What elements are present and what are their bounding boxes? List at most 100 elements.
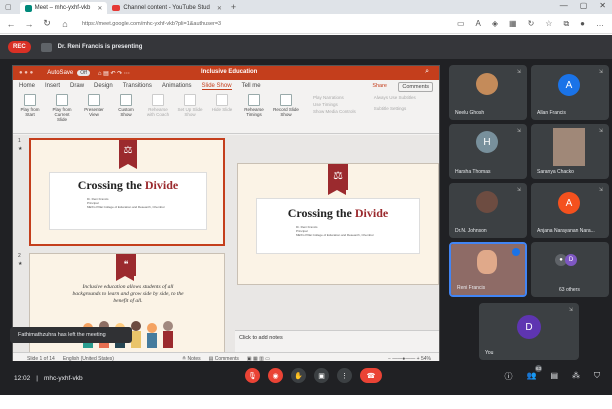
play-narrations-checkbox[interactable]: Play Narrations: [313, 94, 356, 101]
thumbnail-slide-1[interactable]: ⚖ Crossing the Divide Dr. Reni Francis P…: [29, 138, 225, 246]
extension-icon[interactable]: ◈: [492, 19, 498, 29]
menu-slide-show[interactable]: Slide Show: [201, 83, 232, 90]
pin-icon[interactable]: ⇲: [599, 187, 603, 193]
self-tile[interactable]: ⇲ D You: [479, 303, 579, 360]
play-current-button[interactable]: Play from Current Slide: [49, 94, 75, 131]
raise-hand-icon[interactable]: ✋: [291, 368, 306, 383]
back-icon[interactable]: ←: [4, 19, 18, 29]
record-show-button[interactable]: Record Slide Show: [273, 94, 299, 131]
menu-transitions[interactable]: Transitions: [123, 83, 152, 89]
menu-tell-me[interactable]: Tell me: [242, 83, 261, 89]
participant-tile[interactable]: ⇲ H Harsha Thomas: [449, 124, 527, 179]
speaking-indicator-icon: [512, 248, 520, 256]
always-subtitles-checkbox[interactable]: Always Use Subtitles: [374, 94, 416, 101]
set-up-show-button[interactable]: Set Up Slide Show: [177, 94, 203, 131]
presenter-view-button[interactable]: Presenter View: [81, 94, 107, 131]
close-tab-icon[interactable]: ✕: [217, 5, 222, 12]
close-tab-icon[interactable]: ✕: [97, 5, 102, 12]
ribbon-label: Presenter View: [84, 107, 104, 117]
menu-home[interactable]: Home: [19, 83, 35, 89]
pin-icon[interactable]: ⇲: [599, 69, 603, 75]
home-icon[interactable]: ⌂: [58, 19, 72, 29]
host-controls-icon[interactable]: ⛉: [594, 371, 600, 382]
rehearse-coach-button[interactable]: Rehearse with Coach: [145, 94, 171, 131]
menu-design[interactable]: Design: [94, 83, 113, 89]
participant-tile[interactable]: ⇲ Neelu Ghosh: [449, 65, 527, 120]
pin-icon[interactable]: ⇲: [517, 187, 521, 193]
document-title: Inclusive Education: [201, 69, 258, 75]
minimize-icon[interactable]: —: [560, 1, 568, 10]
media-controls-checkbox[interactable]: Show Media Controls: [313, 108, 356, 115]
play-icon: [24, 94, 36, 106]
maximize-icon[interactable]: ▢: [580, 1, 588, 10]
end-call-icon[interactable]: ☎: [360, 368, 382, 383]
search-icon[interactable]: ⌕: [425, 68, 429, 76]
notes-pane[interactable]: Click to add notes: [235, 330, 439, 354]
tab-youtube[interactable]: Channel content - YouTube Stud ✕: [107, 2, 227, 14]
youtube-favicon-icon: [112, 5, 121, 11]
star-icon: ★: [18, 261, 23, 267]
menu-draw[interactable]: Draw: [70, 83, 84, 89]
ribbon-label: Hide Slide: [211, 107, 233, 112]
menu-insert[interactable]: Insert: [45, 83, 60, 89]
tab-meet[interactable]: Meet – mhc-yxhf-vkb ✕: [19, 2, 108, 14]
participant-tile[interactable]: ⇲ A Anjana Narayanan Nara...: [531, 183, 609, 238]
present-screen-icon[interactable]: ▣: [314, 368, 329, 383]
autosave-toggle[interactable]: Off: [77, 70, 90, 76]
window-controls: — ▢ ✕: [560, 1, 606, 10]
cast-icon[interactable]: ▭: [457, 19, 465, 29]
close-window-icon[interactable]: ✕: [599, 1, 606, 10]
pin-icon[interactable]: ⇲: [599, 128, 603, 134]
side-panel-controls: ⓘ 👥 ▤ ⁂ ⛉: [504, 371, 600, 382]
pin-icon[interactable]: ⇲: [569, 307, 573, 313]
extension-icon[interactable]: ▦: [509, 19, 517, 29]
url-field[interactable]: https://meet.google.com/mhc-yxhf-vkb?pli…: [82, 21, 221, 27]
favorites-icon[interactable]: ☆: [545, 19, 552, 29]
hide-slide-button[interactable]: Hide Slide: [209, 94, 235, 131]
activities-icon[interactable]: ⁂: [572, 371, 580, 382]
forward-icon[interactable]: →: [22, 19, 36, 29]
more-icon[interactable]: …: [596, 19, 604, 29]
people-icon[interactable]: 👥: [526, 371, 536, 382]
avatar: D: [517, 315, 541, 339]
menu-animations[interactable]: Animations: [162, 83, 192, 89]
mic-off-icon[interactable]: 🎙: [245, 368, 260, 383]
participant-tile[interactable]: ⇲ A Allan Francis: [531, 65, 609, 120]
pin-icon[interactable]: ⇲: [517, 128, 521, 134]
custom-show-button[interactable]: Custom Show: [113, 94, 139, 131]
speaker-tile[interactable]: Reni Francis: [449, 242, 527, 297]
new-tab-icon[interactable]: +: [231, 2, 236, 12]
play-icon: [56, 94, 68, 106]
participant-name: Neelu Ghosh: [455, 110, 485, 116]
reload-icon[interactable]: ↻: [40, 18, 54, 29]
read-aloud-icon[interactable]: A: [476, 19, 481, 29]
participant-tile[interactable]: ⇲ Dr.N. Johnson: [449, 183, 527, 238]
play-from-start-button[interactable]: Play from Start: [17, 94, 43, 131]
participant-name: Allan Francis: [537, 110, 566, 116]
chat-icon[interactable]: ▤: [550, 371, 558, 382]
participant-photo: [553, 128, 585, 166]
rehearse-timings-button[interactable]: Rehearse Timings: [241, 94, 267, 131]
collections-icon[interactable]: ⧉: [563, 19, 569, 29]
window-menu-icon[interactable]: ▢: [5, 3, 12, 11]
others-tile[interactable]: ● D 63 others: [531, 242, 609, 297]
participant-tile[interactable]: ⇲ Saranya Chacko: [531, 124, 609, 179]
share-button[interactable]: Share: [372, 83, 387, 89]
slide-author: Dr. Reni Francis Principal MES's Pillai …: [87, 197, 165, 210]
quote-icon: ❝: [116, 254, 136, 281]
comments-button[interactable]: Comments: [398, 82, 433, 92]
presenting-indicator: Dr. Reni Francis is presenting: [40, 42, 142, 52]
participant-photo: [476, 73, 498, 95]
camera-off-icon[interactable]: ◉: [268, 368, 283, 383]
more-options-icon[interactable]: ⋮: [337, 368, 352, 383]
slide-title-plain: Crossing the: [77, 178, 145, 192]
autosave-label: AutoSave: [47, 70, 74, 76]
pin-icon[interactable]: ⇲: [517, 69, 521, 75]
ppt-ribbon: Play from Start Play from Current Slide …: [13, 92, 439, 134]
subtitle-settings-button[interactable]: Subtitle Settings: [374, 105, 416, 112]
refresh-extension-icon[interactable]: ↻: [528, 19, 535, 29]
info-icon[interactable]: ⓘ: [504, 371, 512, 382]
current-slide[interactable]: ⚖ Crossing the Divide Dr. Reni Francis P…: [237, 163, 439, 285]
use-timings-checkbox[interactable]: Use Timings: [313, 101, 356, 108]
profile-icon[interactable]: ●: [580, 19, 585, 29]
